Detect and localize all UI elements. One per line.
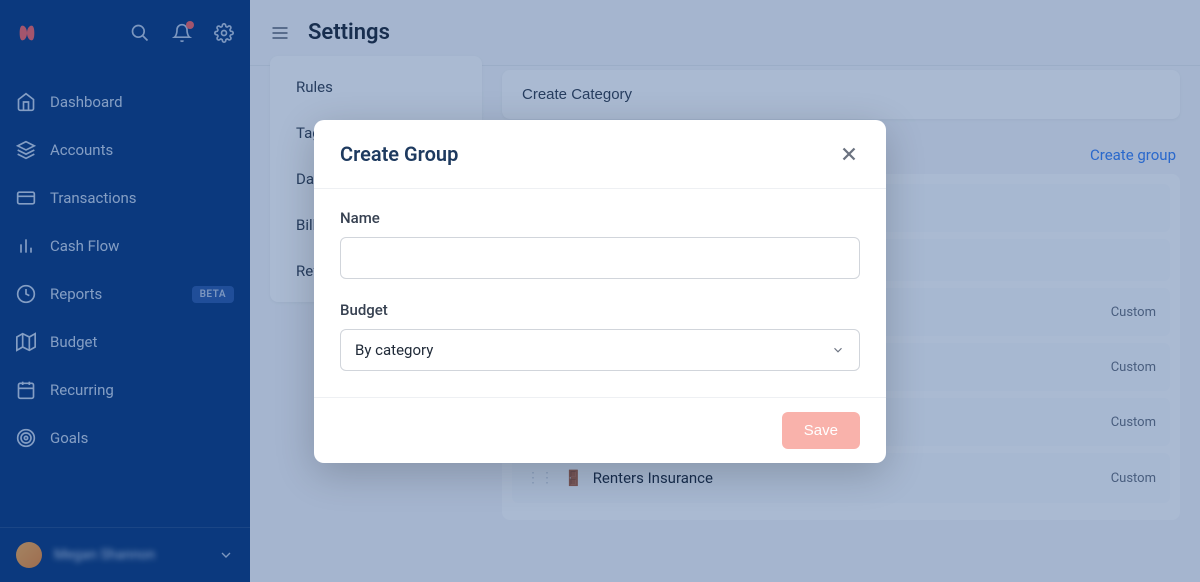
budget-select-value: By category: [355, 341, 433, 359]
budget-label: Budget: [340, 301, 860, 319]
name-label: Name: [340, 209, 860, 227]
name-input[interactable]: [340, 237, 860, 279]
modal-header: Create Group: [314, 120, 886, 189]
budget-select[interactable]: By category: [340, 329, 860, 371]
modal-body: Name Budget By category: [314, 189, 886, 397]
save-button[interactable]: Save: [782, 412, 860, 449]
modal-footer: Save: [314, 397, 886, 463]
create-group-modal: Create Group Name Budget By category Sav…: [314, 120, 886, 463]
close-icon[interactable]: [838, 143, 860, 165]
chevron-down-icon: [831, 343, 845, 357]
modal-title: Create Group: [340, 142, 458, 166]
